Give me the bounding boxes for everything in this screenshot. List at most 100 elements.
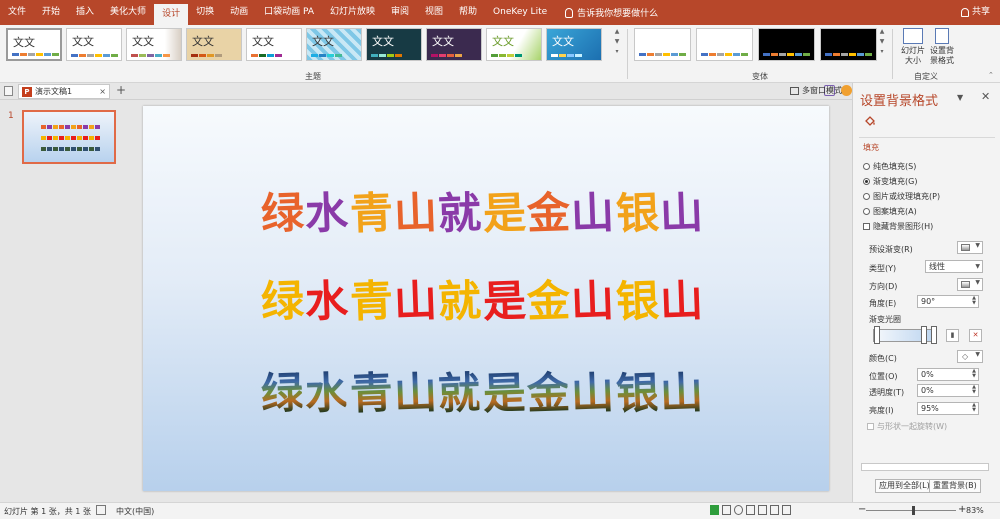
gradient-stops-bar[interactable]	[873, 329, 937, 342]
normal-view-icon[interactable]	[746, 505, 755, 515]
tab-pocket-animation[interactable]: 口袋动画 PA	[256, 0, 322, 25]
radio-circle	[863, 208, 870, 215]
tab-animations[interactable]: 动画	[222, 0, 256, 25]
variant-3[interactable]	[758, 28, 815, 61]
document-tab[interactable]: P 演示文稿1 ×	[18, 84, 110, 99]
slide-canvas[interactable]: 绿 水 青 山 就 是 金 山 银 山 绿 水 青 山 就 是 金 山 银 山 …	[143, 106, 829, 491]
tab-review[interactable]: 审阅	[383, 0, 417, 25]
zoom-level[interactable]: 83%	[966, 506, 984, 515]
gradient-stop-handle[interactable]	[874, 326, 880, 344]
add-stop-icon[interactable]: ▮	[946, 329, 959, 342]
gradient-stop-handle[interactable]	[921, 326, 927, 344]
pane-scrollbar[interactable]	[861, 463, 989, 471]
tab-file[interactable]: 文件	[0, 0, 34, 25]
zoom-slider-thumb[interactable]	[912, 506, 915, 515]
text-line-1[interactable]: 绿 水 青 山 就 是 金 山 银 山	[260, 188, 702, 239]
position-label: 位置(O)	[869, 372, 898, 381]
powerpoint-icon: P	[22, 86, 32, 97]
preset-gradient-picker[interactable]: ▼	[957, 241, 983, 254]
char: 山	[393, 276, 436, 328]
tab-home[interactable]: 开始	[34, 0, 68, 25]
theme-office[interactable]: 文文	[6, 28, 62, 61]
text-line-2[interactable]: 绿 水 青 山 就 是 金 山 银 山	[260, 276, 702, 328]
reset-background-button[interactable]: 重置背景(B)	[929, 479, 981, 493]
language-indicator[interactable]: 中文(中国)	[116, 506, 154, 517]
close-icon[interactable]: ×	[99, 87, 106, 96]
apply-to-all-button[interactable]: 应用到全部(L)	[875, 479, 934, 493]
tab-design[interactable]: 设计	[154, 4, 189, 25]
gear-icon[interactable]	[841, 85, 852, 96]
hide-background-checkbox[interactable]: 隐藏背景图形(H)	[863, 221, 933, 232]
position-input[interactable]: 0% ▲ ▼	[917, 368, 979, 381]
scroll-up-icon[interactable]: ▲	[615, 28, 620, 35]
spinner-icon[interactable]: ▲ ▼	[972, 403, 976, 413]
spinner-icon[interactable]: ▲ ▼	[972, 369, 976, 379]
slide-thumbnail[interactable]	[22, 110, 116, 164]
tab-insert[interactable]: 插入	[68, 0, 102, 25]
spell-check-icon[interactable]	[96, 505, 106, 515]
tab-view[interactable]: 视图	[417, 0, 451, 25]
spinner-icon[interactable]: ▲ ▼	[972, 385, 976, 395]
tab-onekey[interactable]: OneKey Lite	[485, 0, 555, 25]
tell-me-box[interactable]: 告诉我你想要做什么	[565, 6, 658, 19]
new-tab-icon[interactable]: +	[116, 83, 126, 97]
brightness-input[interactable]: 95% ▲ ▼	[917, 402, 979, 415]
tab-beautify[interactable]: 美化大师	[102, 0, 154, 25]
slide-sorter-icon[interactable]	[758, 505, 767, 515]
more-icon[interactable]: ▾	[880, 48, 883, 55]
collapse-ribbon-icon[interactable]: ⌃	[988, 71, 994, 79]
view-buttons	[710, 505, 791, 515]
close-icon[interactable]: ✕	[981, 90, 990, 103]
outline-view-icon[interactable]	[4, 86, 13, 96]
slide-size-button[interactable]: 幻灯片大小	[899, 28, 927, 66]
scroll-up-icon[interactable]: ▲	[880, 28, 885, 35]
multi-window-button[interactable]: 多窗口模式	[790, 85, 842, 96]
remove-stop-icon[interactable]: ✕	[969, 329, 982, 342]
pattern-fill-radio[interactable]: 图案填充(A)	[863, 206, 917, 217]
theme-facet[interactable]: 文文	[126, 28, 182, 61]
zoom-slider[interactable]	[866, 510, 956, 511]
format-background-button[interactable]: 设置背景格式	[928, 28, 956, 66]
tab-slideshow[interactable]: 幻灯片放映	[322, 0, 383, 25]
fill-section-header[interactable]: 填充	[863, 142, 879, 153]
theme-blue[interactable]: 文文	[546, 28, 602, 61]
scroll-down-icon[interactable]: ▼	[880, 38, 885, 45]
type-select[interactable]: 线性 ▼	[925, 260, 983, 273]
theme-checker[interactable]: 文文	[306, 28, 362, 61]
angle-input[interactable]: 90° ▲ ▼	[917, 295, 979, 308]
picture-fill-radio[interactable]: 图片或纹理填充(P)	[863, 191, 940, 202]
tab-help[interactable]: 帮助	[451, 0, 485, 25]
direction-picker[interactable]: ▼	[957, 278, 983, 291]
scroll-down-icon[interactable]: ▼	[615, 38, 620, 45]
theme-wood[interactable]: 文文	[186, 28, 242, 61]
tab-transitions[interactable]: 切换	[188, 0, 222, 25]
more-icon[interactable]: ▾	[615, 48, 618, 55]
rotate-with-shape-checkbox[interactable]: 与形状一起旋转(W)	[867, 421, 947, 432]
variant-1[interactable]	[634, 28, 691, 61]
theme-dark-teal[interactable]: 文文	[366, 28, 422, 61]
theme-dark-purple[interactable]: 文文	[426, 28, 482, 61]
theme-office-2[interactable]: 文文	[66, 28, 122, 61]
slideshow-icon[interactable]	[782, 505, 791, 515]
spinner-icon[interactable]: ▲ ▼	[972, 296, 976, 306]
share-button[interactable]: 共享	[960, 0, 990, 25]
radio-circle	[863, 178, 870, 185]
ime-icon[interactable]	[710, 505, 719, 515]
variant-2[interactable]	[696, 28, 753, 61]
theme-green-leaf[interactable]: 文文	[486, 28, 542, 61]
reading-view-icon[interactable]	[770, 505, 779, 515]
theme-ion[interactable]: 文文	[246, 28, 302, 61]
theme-gallery-scroll[interactable]: ▲ ▼ ▾	[612, 28, 622, 65]
gradient-fill-radio[interactable]: 渐变填充(G)	[863, 176, 917, 187]
paint-bucket-icon[interactable]	[863, 116, 876, 129]
solid-fill-radio[interactable]: 纯色填充(S)	[863, 161, 916, 172]
gradient-stop-handle[interactable]	[931, 326, 937, 344]
color-picker[interactable]: ◇ ▼	[957, 350, 983, 363]
moon-icon[interactable]	[734, 505, 743, 515]
variant-4[interactable]	[820, 28, 877, 61]
pane-options-icon[interactable]: ▼	[957, 93, 963, 102]
notes-icon[interactable]	[722, 505, 731, 515]
variant-gallery-scroll[interactable]: ▲ ▼ ▾	[877, 28, 887, 65]
transparency-input[interactable]: 0% ▲ ▼	[917, 384, 979, 397]
text-line-3[interactable]: 绿 水 青 山 就 是 金 山 银 山	[260, 368, 702, 419]
